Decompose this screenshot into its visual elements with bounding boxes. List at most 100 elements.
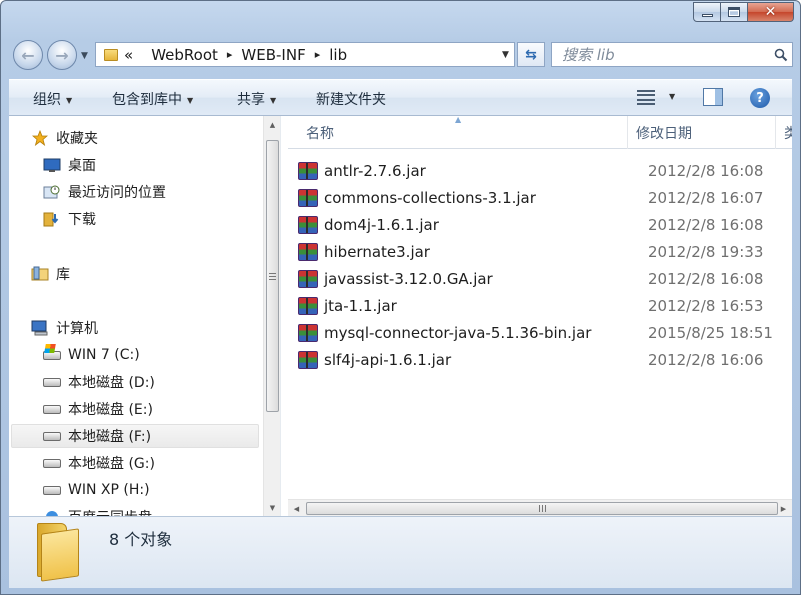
file-name: antlr-2.7.6.jar bbox=[324, 162, 426, 180]
file-date: 2012/2/8 16:08 bbox=[648, 270, 764, 288]
breadcrumb-overflow[interactable]: « bbox=[124, 46, 133, 64]
sidebar-item-desktop[interactable]: 桌面 bbox=[43, 153, 96, 177]
scroll-right-icon[interactable]: ▶ bbox=[775, 500, 792, 517]
address-bar[interactable]: « WebRoot ▸ WEB-INF ▸ lib ▼ bbox=[95, 42, 515, 67]
column-header-label: 修改日期 bbox=[636, 125, 692, 142]
scroll-up-icon[interactable]: ▲ bbox=[264, 116, 281, 133]
library-icon bbox=[31, 266, 49, 282]
sidebar-item-label: 本地磁盘 (D:) bbox=[68, 375, 155, 391]
sidebar-item-recent-places[interactable]: 最近访问的位置 bbox=[43, 180, 166, 204]
navigation-pane: 收藏夹 桌面 最近访问的位置 下载 库 计算机 WIN 7 (C:) 本地磁盘 … bbox=[9, 116, 274, 516]
maximize-icon bbox=[728, 7, 740, 17]
cloud-drive-icon bbox=[43, 509, 61, 516]
search-icon[interactable] bbox=[770, 48, 792, 62]
forward-button[interactable]: → bbox=[47, 40, 77, 70]
back-button[interactable]: ← bbox=[13, 40, 43, 70]
file-date: 2012/2/8 16:06 bbox=[648, 351, 764, 369]
sidebar-item-label: 收藏夹 bbox=[56, 131, 98, 147]
sidebar-item-drive-d[interactable]: 本地磁盘 (D:) bbox=[43, 370, 155, 394]
sidebar-item-label: 桌面 bbox=[68, 158, 96, 174]
file-name: mysql-connector-java-5.1.36-bin.jar bbox=[324, 324, 592, 342]
file-name: commons-collections-3.1.jar bbox=[324, 189, 536, 207]
folder-icon bbox=[35, 523, 83, 582]
sidebar-item-computer[interactable]: 计算机 bbox=[31, 316, 98, 340]
sidebar-item-label: 百度云同步盘 bbox=[68, 507, 152, 516]
jar-archive-icon bbox=[298, 189, 318, 207]
address-history-dropdown-icon[interactable]: ▼ bbox=[496, 50, 514, 60]
recent-places-icon bbox=[43, 184, 61, 200]
file-name: hibernate3.jar bbox=[324, 243, 430, 261]
breadcrumb-separator-icon[interactable]: ▸ bbox=[315, 48, 321, 61]
scroll-left-icon[interactable]: ◀ bbox=[288, 500, 305, 517]
maximize-button[interactable] bbox=[721, 2, 748, 22]
help-icon[interactable]: ? bbox=[750, 88, 770, 108]
column-header-date[interactable]: 修改日期 bbox=[628, 116, 776, 149]
scrollbar-thumb[interactable] bbox=[306, 502, 778, 515]
breadcrumb-lib[interactable]: lib bbox=[329, 46, 347, 64]
breadcrumb-separator-icon[interactable]: ▸ bbox=[227, 48, 233, 61]
drive-icon bbox=[43, 401, 61, 417]
drive-icon bbox=[43, 374, 61, 390]
new-folder-label: 新建文件夹 bbox=[316, 92, 386, 108]
column-header-type[interactable]: 类 bbox=[776, 116, 792, 149]
drive-icon bbox=[43, 482, 61, 498]
file-name: slf4j-api-1.6.1.jar bbox=[324, 351, 452, 369]
scrollbar-thumb[interactable] bbox=[266, 140, 279, 412]
file-row[interactable]: dom4j-1.6.1.jar 2012/2/8 16:08 V bbox=[298, 212, 792, 238]
file-name: jta-1.1.jar bbox=[324, 297, 397, 315]
breadcrumb-web-inf[interactable]: WEB-INF bbox=[241, 46, 305, 64]
share-menu[interactable]: 共享 ▼ bbox=[237, 89, 276, 109]
star-icon bbox=[31, 130, 49, 146]
new-folder-button[interactable]: 新建文件夹 bbox=[316, 89, 386, 109]
sidebar-item-drive-e[interactable]: 本地磁盘 (E:) bbox=[43, 397, 153, 421]
sidebar-item-label: 本地磁盘 (E:) bbox=[68, 402, 153, 418]
sidebar-item-drive-g[interactable]: 本地磁盘 (G:) bbox=[43, 451, 155, 475]
sidebar-item-label: WIN XP (H:) bbox=[68, 482, 150, 498]
close-button[interactable]: ✕ bbox=[748, 2, 794, 22]
jar-archive-icon bbox=[298, 162, 318, 180]
jar-archive-icon bbox=[298, 297, 318, 315]
sidebar-item-drive-c[interactable]: WIN 7 (C:) bbox=[43, 343, 140, 367]
recent-pages-dropdown[interactable]: ▼ bbox=[81, 51, 88, 61]
file-row[interactable]: slf4j-api-1.6.1.jar 2012/2/8 16:06 V bbox=[298, 347, 792, 373]
navigation-pane-scrollbar[interactable]: ▲ ▼ bbox=[263, 116, 280, 516]
file-list: ▲ 名称 修改日期 类 antlr-2.7.6.jar 2012/2/8 16:… bbox=[288, 116, 792, 516]
navigation-bar: ← → ▼ « WebRoot ▸ WEB-INF ▸ lib ▼ ⇆ 搜索 l… bbox=[7, 37, 794, 73]
close-icon: ✕ bbox=[764, 4, 777, 20]
column-header-label: 名称 bbox=[306, 125, 334, 142]
file-name: javassist-3.12.0.GA.jar bbox=[324, 270, 493, 288]
sidebar-item-label: WIN 7 (C:) bbox=[68, 347, 140, 363]
minimize-button[interactable] bbox=[693, 2, 721, 22]
file-row[interactable]: jta-1.1.jar 2012/2/8 16:53 V bbox=[298, 293, 792, 319]
file-row[interactable]: commons-collections-3.1.jar 2012/2/8 16:… bbox=[298, 185, 792, 211]
sidebar-item-libraries[interactable]: 库 bbox=[31, 262, 70, 286]
include-in-library-menu[interactable]: 包含到库中 ▼ bbox=[112, 89, 193, 109]
share-label: 共享 bbox=[237, 92, 265, 108]
view-dropdown-icon[interactable]: ▼ bbox=[669, 92, 675, 101]
file-list-horizontal-scrollbar[interactable]: ◀ ▶ bbox=[288, 499, 792, 516]
search-box[interactable]: 搜索 lib bbox=[551, 42, 793, 67]
breadcrumb-webroot[interactable]: WebRoot bbox=[151, 46, 218, 64]
file-row[interactable]: mysql-connector-java-5.1.36-bin.jar 2015… bbox=[298, 320, 792, 346]
view-options-icon[interactable] bbox=[637, 90, 655, 105]
sidebar-item-favorites[interactable]: 收藏夹 bbox=[31, 126, 98, 150]
file-row[interactable]: javassist-3.12.0.GA.jar 2012/2/8 16:08 V bbox=[298, 266, 792, 292]
column-header-name[interactable]: 名称 bbox=[298, 116, 628, 149]
minimize-icon bbox=[701, 14, 713, 17]
jar-archive-icon bbox=[298, 351, 318, 369]
organize-label: 组织 bbox=[33, 92, 61, 108]
sidebar-item-cloud-drive[interactable]: 百度云同步盘 bbox=[43, 505, 152, 516]
scroll-down-icon[interactable]: ▼ bbox=[264, 499, 281, 516]
file-date: 2015/8/25 18:51 bbox=[648, 324, 773, 342]
sidebar-item-drive-h[interactable]: WIN XP (H:) bbox=[43, 478, 150, 502]
include-in-library-label: 包含到库中 bbox=[112, 92, 182, 108]
search-input[interactable]: 搜索 lib bbox=[562, 44, 770, 65]
organize-menu[interactable]: 组织 ▼ bbox=[33, 89, 72, 109]
file-row[interactable]: antlr-2.7.6.jar 2012/2/8 16:08 V bbox=[298, 158, 792, 184]
refresh-button[interactable]: ⇆ bbox=[517, 42, 545, 67]
preview-pane-icon[interactable] bbox=[703, 88, 723, 106]
sidebar-item-drive-f[interactable]: 本地磁盘 (F:) bbox=[11, 424, 259, 448]
file-row[interactable]: hibernate3.jar 2012/2/8 19:33 V bbox=[298, 239, 792, 265]
sidebar-item-downloads[interactable]: 下载 bbox=[43, 207, 96, 231]
sidebar-item-label: 下载 bbox=[68, 212, 96, 228]
